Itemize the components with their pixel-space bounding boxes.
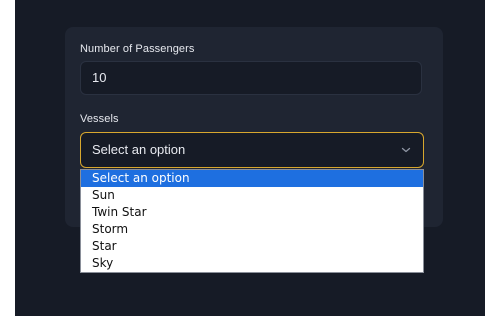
vessels-select[interactable]: Select an option: [80, 132, 424, 168]
vessel-option-twin-star[interactable]: Twin Star: [81, 204, 423, 221]
screenshot-frame: Number of Passengers 10 Vessels Select a…: [0, 0, 492, 316]
vessel-option-storm[interactable]: Storm: [81, 221, 423, 238]
passengers-label: Number of Passengers: [80, 43, 195, 55]
vessel-option-star[interactable]: Star: [81, 238, 423, 255]
chevron-down-icon: [401, 147, 411, 153]
passengers-input[interactable]: 10: [80, 61, 422, 95]
vessels-select-value: Select an option: [92, 142, 186, 157]
vessel-option-sky[interactable]: Sky: [81, 255, 423, 272]
vessels-label: Vessels: [80, 113, 119, 125]
vessel-option-placeholder[interactable]: Select an option: [81, 170, 423, 187]
vessel-option-sun[interactable]: Sun: [81, 187, 423, 204]
vessels-dropdown-list: Select an option Sun Twin Star Storm Sta…: [80, 169, 424, 273]
